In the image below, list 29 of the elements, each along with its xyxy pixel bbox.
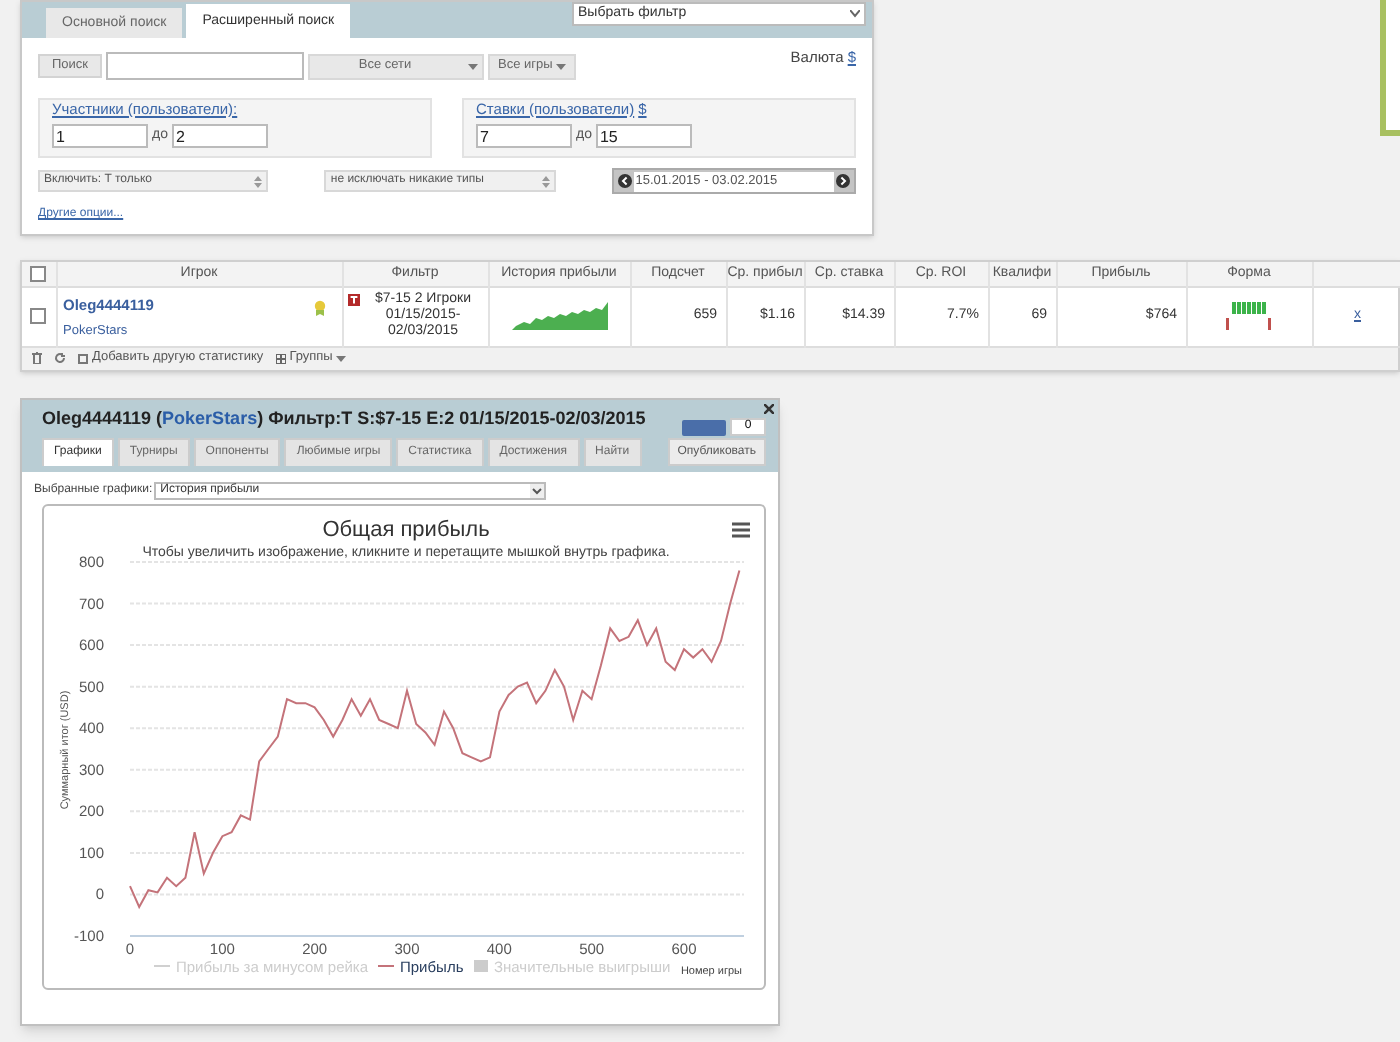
tournament-icon: [347, 293, 359, 305]
sparkline-chart: [511, 302, 607, 330]
dialog-title: Oleg4444119 (PokerStars) Фильтр:T S:$7-15 E:2 01/15/2015-02/03/2015: [42, 405, 646, 432]
caret-icon: [336, 355, 347, 361]
menu-icon[interactable]: [730, 521, 752, 537]
site-link[interactable]: PokerStars: [162, 407, 258, 427]
search-field[interactable]: [106, 52, 305, 80]
updown-icon: [541, 175, 550, 187]
chevron-icon: [530, 483, 545, 497]
chart-title: Общая прибыль: [322, 517, 490, 541]
prev-icon[interactable]: [617, 174, 632, 188]
form-drawing: [1226, 302, 1272, 330]
from-field[interactable]: 1: [52, 124, 148, 148]
close-icon[interactable]: [764, 403, 774, 413]
to-field[interactable]: 2: [171, 124, 268, 148]
refresh-icon[interactable]: [54, 352, 66, 364]
caret-icon: [556, 63, 567, 69]
from-field[interactable]: 7: [476, 124, 572, 148]
chevron-icon: [850, 10, 860, 18]
updown-icon: [254, 175, 263, 187]
checkbox[interactable]: [30, 265, 47, 282]
next-icon[interactable]: [836, 174, 851, 188]
ribbon-icon: [313, 299, 325, 315]
to-field[interactable]: 15: [595, 124, 692, 148]
trash-icon[interactable]: [32, 352, 42, 364]
side-panel: [1380, 0, 1400, 136]
checkbox[interactable]: [30, 308, 47, 324]
caret-icon: [467, 63, 478, 69]
grid-icon: [275, 353, 286, 363]
